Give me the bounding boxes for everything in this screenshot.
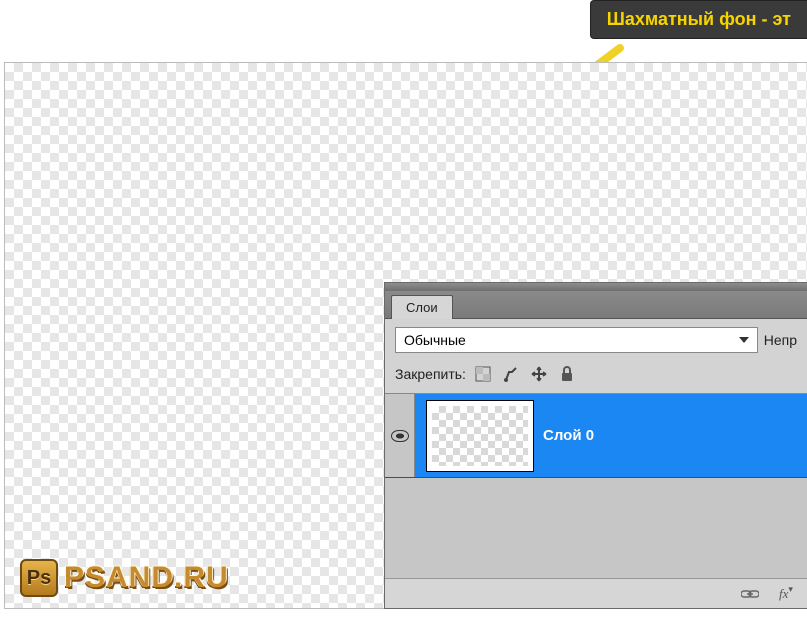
visibility-toggle[interactable] bbox=[385, 394, 415, 477]
annotation-callout: Шахматный фон - эт bbox=[590, 0, 807, 39]
panel-footer: fx▾ bbox=[385, 578, 807, 608]
layers-list: Слой 0 bbox=[385, 393, 807, 578]
layer-row[interactable]: Слой 0 bbox=[385, 394, 807, 478]
tab-layers-label: Слои bbox=[406, 300, 438, 315]
layer-name-label[interactable]: Слой 0 bbox=[543, 427, 594, 444]
layer-thumbnail[interactable] bbox=[427, 401, 533, 471]
watermark-text: PSAND.RU bbox=[64, 561, 229, 595]
lock-transparency-icon[interactable] bbox=[474, 365, 492, 383]
lock-all-icon[interactable] bbox=[558, 365, 576, 383]
tab-layers[interactable]: Слои bbox=[391, 295, 453, 319]
panel-grip[interactable] bbox=[385, 283, 807, 291]
checkerboard-icon bbox=[432, 406, 528, 466]
layer-effects-button[interactable]: fx▾ bbox=[777, 586, 795, 602]
panel-tabstrip: Слои bbox=[385, 291, 807, 319]
eye-icon bbox=[391, 430, 409, 442]
lock-position-icon[interactable] bbox=[530, 365, 548, 383]
link-layers-icon[interactable] bbox=[741, 586, 759, 602]
chevron-down-icon bbox=[739, 337, 749, 343]
ps-badge-text: Ps bbox=[27, 567, 51, 590]
blend-row: Обычные Непр bbox=[385, 319, 807, 361]
lock-label: Закрепить: bbox=[395, 366, 466, 382]
layers-panel: Слои Обычные Непр Закрепить: bbox=[384, 282, 807, 609]
ps-badge-icon: Ps bbox=[20, 559, 58, 597]
fx-label: fx bbox=[779, 586, 788, 602]
lock-icons bbox=[474, 365, 576, 383]
fx-dropdown-caret: ▾ bbox=[788, 584, 793, 595]
blend-mode-select[interactable]: Обычные bbox=[395, 327, 758, 353]
watermark-logo: Ps PSAND.RU bbox=[20, 559, 229, 597]
blend-mode-value: Обычные bbox=[404, 332, 466, 348]
opacity-label: Непр bbox=[764, 332, 797, 348]
annotation-text: Шахматный фон - эт bbox=[607, 9, 791, 29]
lock-row: Закрепить: bbox=[385, 361, 807, 393]
lock-pixels-icon[interactable] bbox=[502, 365, 520, 383]
